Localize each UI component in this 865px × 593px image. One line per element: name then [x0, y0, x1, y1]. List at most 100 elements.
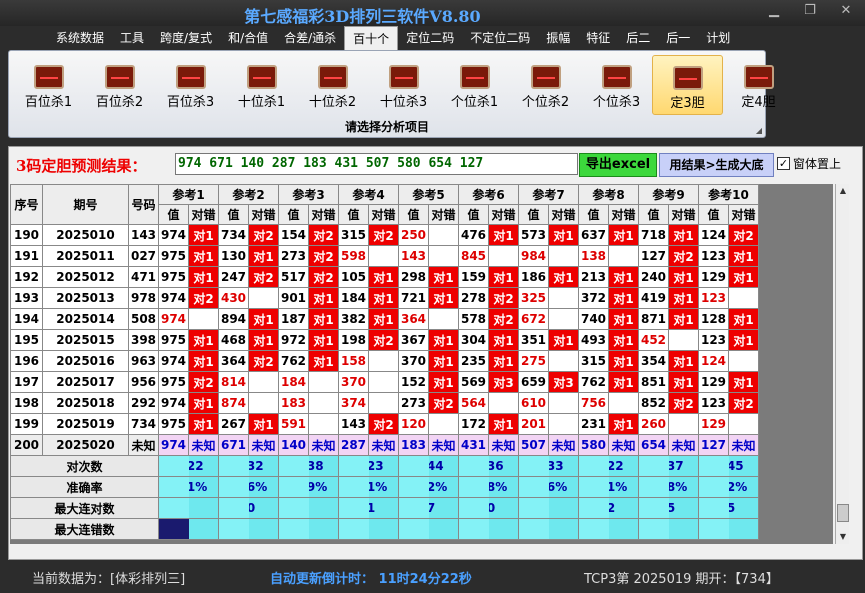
stats-value-ref-2: 132	[248, 455, 279, 477]
menu-item-0[interactable]: 系统数据	[48, 26, 112, 50]
prediction-result-field[interactable]: 974 671 140 287 183 431 507 580 654 127	[175, 153, 578, 175]
scroll-up-icon[interactable]: ▲	[836, 184, 850, 198]
table-row-pending[interactable]: 200 2025020 未知 974 未知 671 未知 140 未知 287 未知 183 未知 431…	[10, 434, 759, 456]
row-value-ref-6: 564	[458, 392, 489, 414]
ribbon-button-10[interactable]: 定4胆	[723, 55, 794, 115]
results-table: 序号 期号 号码 参考1 参考2 参考3 参考4 参考5 参考6 参考7 参考8 参考9 参考10 值对错…	[10, 184, 759, 540]
row-result-ref-10	[728, 413, 759, 435]
restore-icon[interactable]: ❐	[799, 3, 821, 18]
row-result-ref-9: 对1	[668, 287, 699, 309]
stats-spacer	[578, 497, 609, 519]
row-index: 193	[10, 287, 43, 309]
ribbon-button-7[interactable]: 个位杀2	[510, 55, 581, 115]
menu-item-10[interactable]: 后二	[618, 26, 658, 50]
chart-icon	[743, 65, 774, 89]
minimize-icon[interactable]: ▁	[763, 3, 785, 18]
menu-item-11[interactable]: 后一	[658, 26, 698, 50]
ribbon-panel: 百位杀1 百位杀2 百位杀3 十位杀1 十位杀2 十位杀3 个位杀1 个位杀2 个位杀3 定3胆 定…	[8, 50, 776, 138]
table-row[interactable]: 199 2025019 734 975 对1 267 对1 591 143 对2 120 172 对1 2…	[10, 413, 759, 435]
row-value-ref-9: 718	[638, 224, 669, 246]
table-row[interactable]: 198 2025018 292 974 对1 874 183 374 273 对2 564 610 75…	[10, 392, 759, 414]
stats-spacer	[518, 455, 549, 477]
row-result-ref-5: 对2	[428, 392, 459, 414]
table-row[interactable]: 192 2025012 471 975 对1 247 对2 517 对2 105 对1 298 对1 15…	[10, 266, 759, 288]
ribbon-button-0[interactable]: 百位杀1	[13, 55, 84, 115]
row-value-ref-6: 845	[458, 245, 489, 267]
menu-item-8[interactable]: 振幅	[538, 26, 578, 50]
header-row-refs: 序号 期号 号码 参考1 参考2 参考3 参考4 参考5 参考6 参考7 参考8 参考9 参考10	[10, 184, 759, 225]
ribbon-button-5[interactable]: 十位杀3	[368, 55, 439, 115]
close-icon[interactable]: ✕	[835, 3, 857, 18]
pending-result-ref-9: 未知	[668, 434, 699, 456]
table-row[interactable]: 195 2025015 398 975 对1 468 对1 972 对1 198 对2 367 对1 30…	[10, 329, 759, 351]
row-value-ref-5: 152	[398, 371, 429, 393]
header-value: 值	[518, 204, 549, 225]
table-row[interactable]: 197 2025017 956 975 对2 814 184 370 152 对1 569 对3 659…	[10, 371, 759, 393]
row-result-ref-4	[368, 245, 399, 267]
menu-item-12[interactable]: 计划	[698, 26, 738, 50]
row-result-ref-4: 对1	[368, 287, 399, 309]
row-result-ref-4	[368, 392, 399, 414]
checkbox-check-icon[interactable]: ✓	[777, 157, 790, 170]
row-value-ref-8: 762	[578, 371, 609, 393]
table-row[interactable]: 190 2025010 143 974 对1 734 对2 154 对2 315 对2 250 476 对…	[10, 224, 759, 246]
menu-item-9[interactable]: 特征	[578, 26, 618, 50]
ribbon-button-2[interactable]: 百位杀3	[155, 55, 226, 115]
row-value-ref-5: 143	[398, 245, 429, 267]
ribbon-button-6[interactable]: 个位杀1	[439, 55, 510, 115]
menu-item-6[interactable]: 定位二码	[398, 26, 462, 50]
table-row[interactable]: 191 2025011 027 975 对1 130 对1 273 对2 598 143 845 984…	[10, 245, 759, 267]
row-value-ref-8: 231	[578, 413, 609, 435]
export-excel-button[interactable]: 导出excel	[579, 153, 657, 177]
menu-item-5[interactable]: 百十个	[344, 26, 399, 50]
row-value-ref-7: 325	[518, 287, 549, 309]
row-result-ref-10	[728, 350, 759, 372]
latest-draw-status: TCP3第 2025019 期开：【734】	[584, 572, 779, 587]
prediction-label: 3码定胆预测结果：	[16, 157, 147, 175]
row-result-ref-3: 对1	[308, 308, 339, 330]
stats-spacer	[458, 476, 489, 498]
menu-bar: 系统数据 工具 跨度/复式 和/合值 合差/通杀 百十个 定位二码 不定位二码 振幅 特征 后二 后一…	[0, 26, 865, 50]
row-value-ref-5: 120	[398, 413, 429, 435]
stats-value-ref-9: 6	[668, 518, 699, 540]
scroll-thumb[interactable]	[837, 504, 849, 522]
header-ref-8: 参考8	[578, 184, 639, 205]
stats-spacer	[698, 518, 729, 540]
row-value-ref-3: 901	[278, 287, 309, 309]
menu-item-3[interactable]: 和/合值	[220, 26, 276, 50]
row-number: 未知	[128, 434, 159, 456]
table-row[interactable]: 196 2025016 963 974 对1 364 对2 762 对1 158 370 对1 235 对…	[10, 350, 759, 372]
vertical-scrollbar[interactable]: ▲ ▼	[835, 184, 849, 544]
menu-item-1[interactable]: 工具	[112, 26, 152, 50]
ribbon-button-8[interactable]: 个位杀3	[581, 55, 652, 115]
stats-value-ref-7: 4	[548, 518, 579, 540]
menu-item-7[interactable]: 不定位二码	[462, 26, 538, 50]
topmost-checkbox[interactable]: ✓ 窗体置上	[777, 155, 841, 172]
pending-result-ref-6: 未知	[488, 434, 519, 456]
row-period: 2025014	[42, 308, 129, 330]
stats-spacer	[158, 518, 189, 540]
header-value: 值	[398, 204, 429, 225]
pending-result-ref-4: 未知	[368, 434, 399, 456]
stats-spacer	[698, 497, 729, 519]
chart-icon	[246, 65, 277, 89]
table-row[interactable]: 194 2025014 508 974 894 对1 187 对1 382 对1 364 578 对2 6…	[10, 308, 759, 330]
chart-icon	[388, 65, 419, 89]
row-result-ref-2: 对1	[248, 245, 279, 267]
row-result-ref-2: 对2	[248, 224, 279, 246]
row-result-ref-7	[548, 392, 579, 414]
ribbon-button-4[interactable]: 十位杀2	[297, 55, 368, 115]
ribbon-button-9[interactable]: 定3胆	[652, 55, 723, 115]
row-result-ref-3: 对2	[308, 224, 339, 246]
stats-value-ref-7: 9	[548, 497, 579, 519]
generate-base-button[interactable]: 用结果>生成大底	[659, 153, 774, 177]
ribbon-button-1[interactable]: 百位杀2	[84, 55, 155, 115]
table-row[interactable]: 193 2025013 978 974 对2 430 901 对1 184 对1 721 对1 278 对…	[10, 287, 759, 309]
menu-item-4[interactable]: 合差/通杀	[276, 26, 344, 50]
row-result-ref-6: 对2	[488, 287, 519, 309]
ribbon-expand-icon[interactable]: ◢	[756, 126, 762, 135]
scroll-down-icon[interactable]: ▼	[836, 530, 850, 544]
row-period: 2025016	[42, 350, 129, 372]
ribbon-button-3[interactable]: 十位杀1	[226, 55, 297, 115]
menu-item-2[interactable]: 跨度/复式	[152, 26, 220, 50]
